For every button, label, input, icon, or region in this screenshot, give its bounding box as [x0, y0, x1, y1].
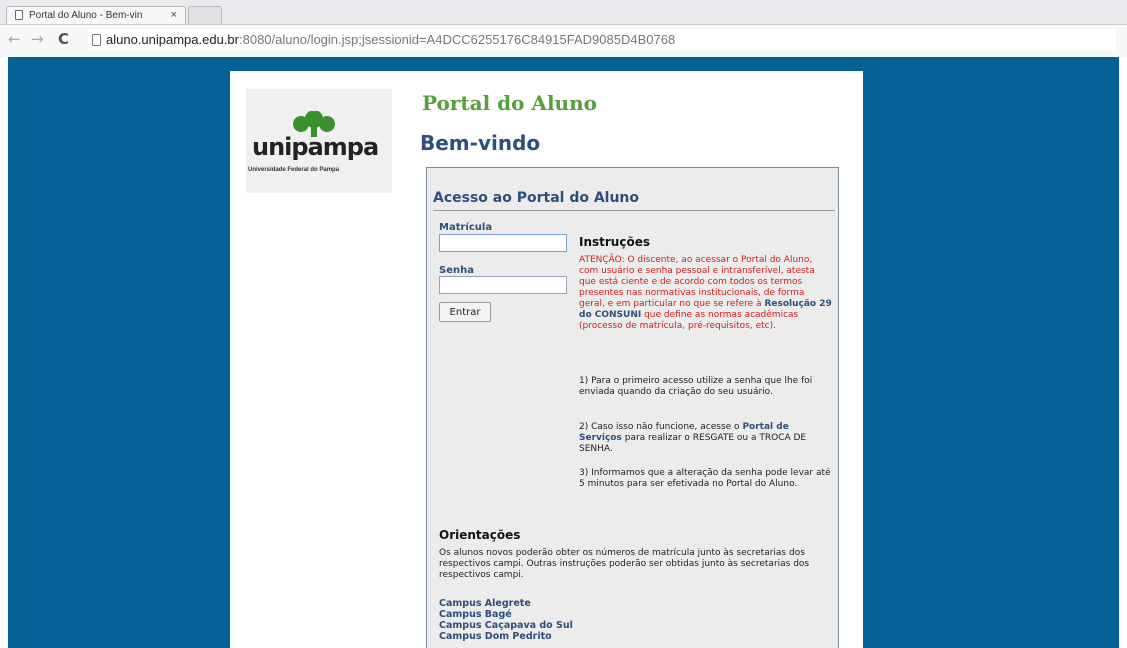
back-arrow-icon[interactable]: ← [8, 32, 21, 47]
page-background: unipampa Universidade Federal do Pampa P… [8, 57, 1119, 648]
logo-subtitle: Universidade Federal do Pampa [248, 167, 340, 173]
url-path: :8080/aluno/login.jsp;jsessionid=A4DCC62… [239, 32, 676, 47]
login-title: Acesso ao Portal do Aluno [433, 190, 640, 206]
unipampa-logo[interactable]: unipampa Universidade Federal do Pampa [246, 89, 392, 193]
browser-toolbar: ← → C aluno.unipampa.edu.br:8080/aluno/l… [0, 24, 1127, 57]
attention-notice: ATENÇÃO: O discente, ao acessar o Portal… [579, 255, 833, 332]
senha-label: Senha [439, 265, 474, 276]
password-input[interactable] [439, 276, 567, 294]
url-text: aluno.unipampa.edu.br:8080/aluno/login.j… [106, 32, 675, 47]
new-tab-button[interactable] [188, 6, 222, 24]
forward-arrow-icon[interactable]: → [31, 32, 44, 47]
close-icon[interactable]: × [171, 9, 177, 21]
tab-strip: Portal do Aluno - Bem-vin × [0, 0, 1127, 24]
instructions-title: Instruções [579, 235, 650, 249]
login-box: Acesso ao Portal do Aluno Matrícula Senh… [426, 167, 839, 648]
page-info-icon[interactable] [92, 34, 101, 46]
tab-portal-do-aluno[interactable]: Portal do Aluno - Bem-vin × [6, 6, 186, 24]
campus-link-alegrete[interactable]: Campus Alegrete [439, 598, 573, 609]
campus-link-dom-pedrito[interactable]: Campus Dom Pedrito [439, 631, 573, 642]
instruction-2-prefix: 2) Caso isso não funcione, acesse o [579, 422, 740, 432]
address-bar[interactable]: aluno.unipampa.edu.br:8080/aluno/login.j… [88, 29, 1116, 51]
instruction-item-3: 3) Informamos que a alteração da senha p… [579, 468, 831, 489]
content-panel: unipampa Universidade Federal do Pampa P… [230, 71, 863, 648]
logo-wordmark: unipampa [252, 133, 379, 161]
campus-link-bage[interactable]: Campus Bagé [439, 609, 573, 620]
login-button[interactable]: Entrar [439, 302, 491, 322]
browser-chrome: Portal do Aluno - Bem-vin × ← → C aluno.… [0, 0, 1127, 57]
divider [433, 210, 835, 211]
orientations-title: Orientações [439, 528, 521, 542]
instruction-item-1: 1) Para o primeiro acesso utilize a senh… [579, 376, 813, 397]
tab-title: Portal do Aluno - Bem-vin [29, 10, 143, 21]
orientations-text: Os alunos novos poderão obter os números… [439, 548, 810, 580]
portal-title: Portal do Aluno [422, 91, 597, 115]
page-icon [15, 10, 23, 20]
campus-link-cacapava-do-sul[interactable]: Campus Caçapava do Sul [439, 620, 573, 631]
reload-icon[interactable]: C [58, 32, 69, 47]
page-title: Bem-vindo [420, 131, 541, 155]
url-host: aluno.unipampa.edu.br [106, 32, 239, 47]
instruction-item-2: 2) Caso isso não funcione, acesse o Port… [579, 422, 833, 455]
campus-list: Campus Alegrete Campus Bagé Campus Caçap… [439, 598, 573, 642]
matricula-label: Matrícula [439, 222, 493, 233]
matricula-input[interactable] [439, 234, 567, 252]
